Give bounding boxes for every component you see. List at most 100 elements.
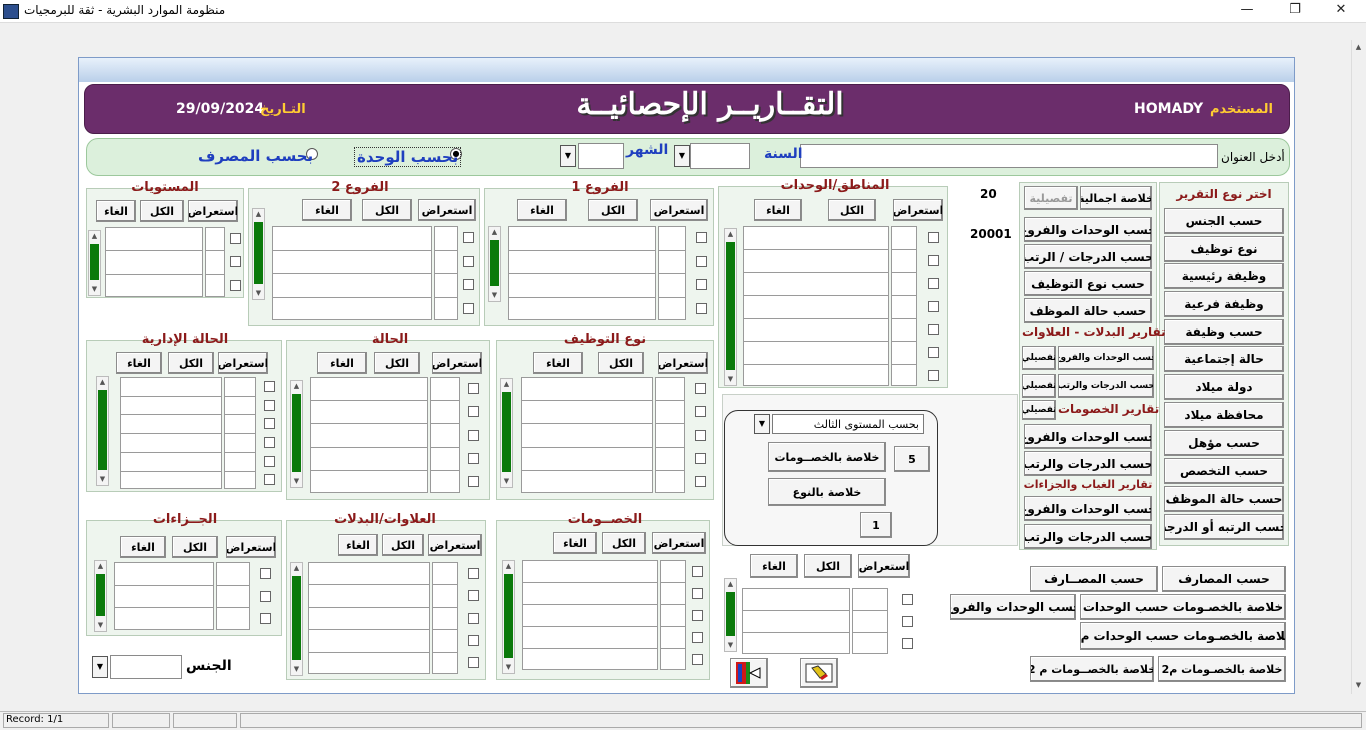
year-input[interactable] (690, 143, 750, 169)
emp-type-scroll-up-icon[interactable]: ▲ (501, 379, 512, 389)
window-scrollbar[interactable] (1351, 40, 1366, 694)
levels-cancel-button[interactable]: الغاء (96, 200, 136, 222)
deductions-summary-button[interactable]: خلاصة بالخصــومات (768, 442, 886, 472)
allowances-row-checkbox[interactable] (468, 635, 479, 646)
regions-scroll-up-icon[interactable]: ▲ (725, 229, 736, 239)
emp-type-browse-button[interactable]: استعراض (658, 352, 708, 374)
emp-status-report-button[interactable]: حسب حالة الموظف (1024, 298, 1152, 323)
branch2-row-checkbox[interactable] (463, 256, 474, 267)
by-unit-label[interactable]: بحسب الوحدة (354, 147, 462, 167)
status-row-checkbox[interactable] (468, 476, 479, 487)
branch2-browse-button[interactable]: استعراض (418, 199, 476, 221)
emp-type-scroll-down-icon[interactable]: ▼ (501, 476, 512, 486)
gender-dropdown-icon[interactable]: ▼ (92, 656, 108, 678)
by-banks-button-2[interactable]: حسب المصــارف (1030, 566, 1158, 592)
allowances-scroll-thumb[interactable] (292, 576, 301, 660)
report-sub-job-button[interactable]: وظيفة فرعية (1164, 291, 1284, 317)
bottom-browse-button[interactable]: استعراض (858, 554, 910, 578)
penalties-scroll-up-icon[interactable]: ▲ (95, 561, 106, 571)
admin-status-cancel-button[interactable]: الغاء (116, 352, 162, 374)
deductions-browse-button[interactable]: استعراض (652, 532, 706, 554)
ded-by-units-m2-button[interactable]: خلاصة بالخصـومات حسب الوحدات م2 (1080, 622, 1286, 650)
regions-row-checkbox[interactable] (928, 370, 939, 381)
penalties-all-button[interactable]: الكل (172, 536, 218, 558)
deductions-scroll-down-icon[interactable]: ▼ (503, 662, 514, 672)
branch1-browse-button[interactable]: استعراض (650, 199, 708, 221)
allowances-row-checkbox[interactable] (468, 613, 479, 624)
deductions-scroll-up-icon[interactable]: ▲ (503, 561, 514, 571)
penalties-row-checkbox[interactable] (260, 591, 271, 602)
status-all-button[interactable]: الكل (374, 352, 420, 374)
admin-status-scroll-up-icon[interactable]: ▲ (97, 377, 108, 387)
allowances-list[interactable] (308, 562, 430, 674)
emp-type-list[interactable] (521, 377, 653, 493)
branch1-row-checkbox[interactable] (696, 232, 707, 243)
report-by-gender-button[interactable]: حسب الجنس (1164, 208, 1284, 234)
bottom-row-checkbox[interactable] (902, 594, 913, 605)
deductions-row-checkbox[interactable] (692, 654, 703, 665)
abs-grades-button[interactable]: حسب الدرجات والرتب (1024, 524, 1152, 549)
admin-status-row-checkbox[interactable] (264, 418, 275, 429)
detailed-button[interactable]: تفصيلية (1024, 186, 1078, 210)
status-scroll-thumb[interactable] (292, 394, 301, 472)
penalties-row-checkbox[interactable] (260, 568, 271, 579)
levels-scroll-up-icon[interactable]: ▲ (89, 231, 100, 241)
levels-row-checkbox[interactable] (230, 233, 241, 244)
allowances-scroll-up-icon[interactable]: ▲ (291, 563, 302, 573)
allowances-cancel-button[interactable]: الغاء (338, 534, 378, 556)
by-bank-label[interactable]: بحسب المصرف (198, 147, 313, 165)
ded-grades-button[interactable]: حسب الدرجات والرتب (1024, 451, 1152, 476)
report-emp-type-button[interactable]: نوع توظيف (1164, 236, 1284, 262)
exit-button[interactable] (730, 658, 768, 688)
levels-scroll-thumb[interactable] (90, 244, 99, 280)
status-scroll-up-icon[interactable]: ▲ (291, 381, 302, 391)
allowances-row-checkbox[interactable] (468, 568, 479, 579)
ded-by-units-button[interactable]: خلاصة بالخصـومات حسب الوحدات (1080, 594, 1286, 620)
by-banks-button-1[interactable]: حسب المصارف (1162, 566, 1286, 592)
report-birth-province-button[interactable]: محافظة ميلاد (1164, 402, 1284, 428)
penalties-row-checkbox[interactable] (260, 613, 271, 624)
units-branches-button[interactable]: حسب الوحدات والفروع (1024, 217, 1152, 242)
report-by-job-button[interactable]: حسب وظيفة (1164, 319, 1284, 345)
status-browse-button[interactable]: استعراض (432, 352, 482, 374)
levels-scroll-down-icon[interactable]: ▼ (89, 284, 100, 294)
status-scroll-down-icon[interactable]: ▼ (291, 476, 302, 486)
allowances-scroll-down-icon[interactable]: ▼ (291, 664, 302, 674)
penalties-list[interactable] (114, 562, 214, 630)
restore-button[interactable]: ❐ (1280, 2, 1310, 17)
status-row-checkbox[interactable] (468, 430, 479, 441)
admin-status-browse-button[interactable]: استعراض (218, 352, 268, 374)
branch1-scroll-down-icon[interactable]: ▼ (489, 290, 500, 300)
emp-type-row-checkbox[interactable] (695, 406, 706, 417)
emp-type-report-button[interactable]: حسب نوع التوظيف (1024, 271, 1152, 296)
bottom-scroll-up-icon[interactable]: ▲ (725, 579, 736, 589)
branch1-all-button[interactable]: الكل (588, 199, 638, 221)
branch2-scroll-up-icon[interactable]: ▲ (253, 209, 264, 219)
grades-ranks-button[interactable]: حسب الدرجات / الرتب (1024, 244, 1152, 269)
gender-input[interactable] (110, 655, 182, 679)
ded-m2-b-button[interactable]: خلاصة بالخصــومات م 2 (1030, 656, 1154, 682)
bottom-all-button[interactable]: الكل (804, 554, 852, 578)
bottom-row-checkbox[interactable] (902, 616, 913, 627)
admin-status-scroll-down-icon[interactable]: ▼ (97, 474, 108, 484)
regions-list[interactable] (743, 226, 889, 386)
regions-row-checkbox[interactable] (928, 324, 939, 335)
branch1-row-checkbox[interactable] (696, 279, 707, 290)
emp-type-scroll-thumb[interactable] (502, 392, 511, 472)
branch2-all-button[interactable]: الكل (362, 199, 412, 221)
branch2-scroll-thumb[interactable] (254, 222, 263, 284)
emp-type-row-checkbox[interactable] (695, 383, 706, 394)
regions-row-checkbox[interactable] (928, 278, 939, 289)
clear-button[interactable] (800, 658, 838, 688)
penalties-browse-button[interactable]: استعراض (226, 536, 276, 558)
address-input[interactable] (800, 144, 1218, 168)
report-specialty-button[interactable]: حسب التخصص (1164, 458, 1284, 484)
allowances-row-checkbox[interactable] (468, 590, 479, 601)
bottom-list[interactable] (742, 588, 850, 654)
regions-all-button[interactable]: الكل (828, 199, 876, 221)
levels-browse-button[interactable]: استعراض (188, 200, 238, 222)
regions-scroll-thumb[interactable] (726, 242, 735, 370)
regions-cancel-button[interactable]: الغاء (754, 199, 802, 221)
status-row-checkbox[interactable] (468, 383, 479, 394)
levels-row-checkbox[interactable] (230, 256, 241, 267)
